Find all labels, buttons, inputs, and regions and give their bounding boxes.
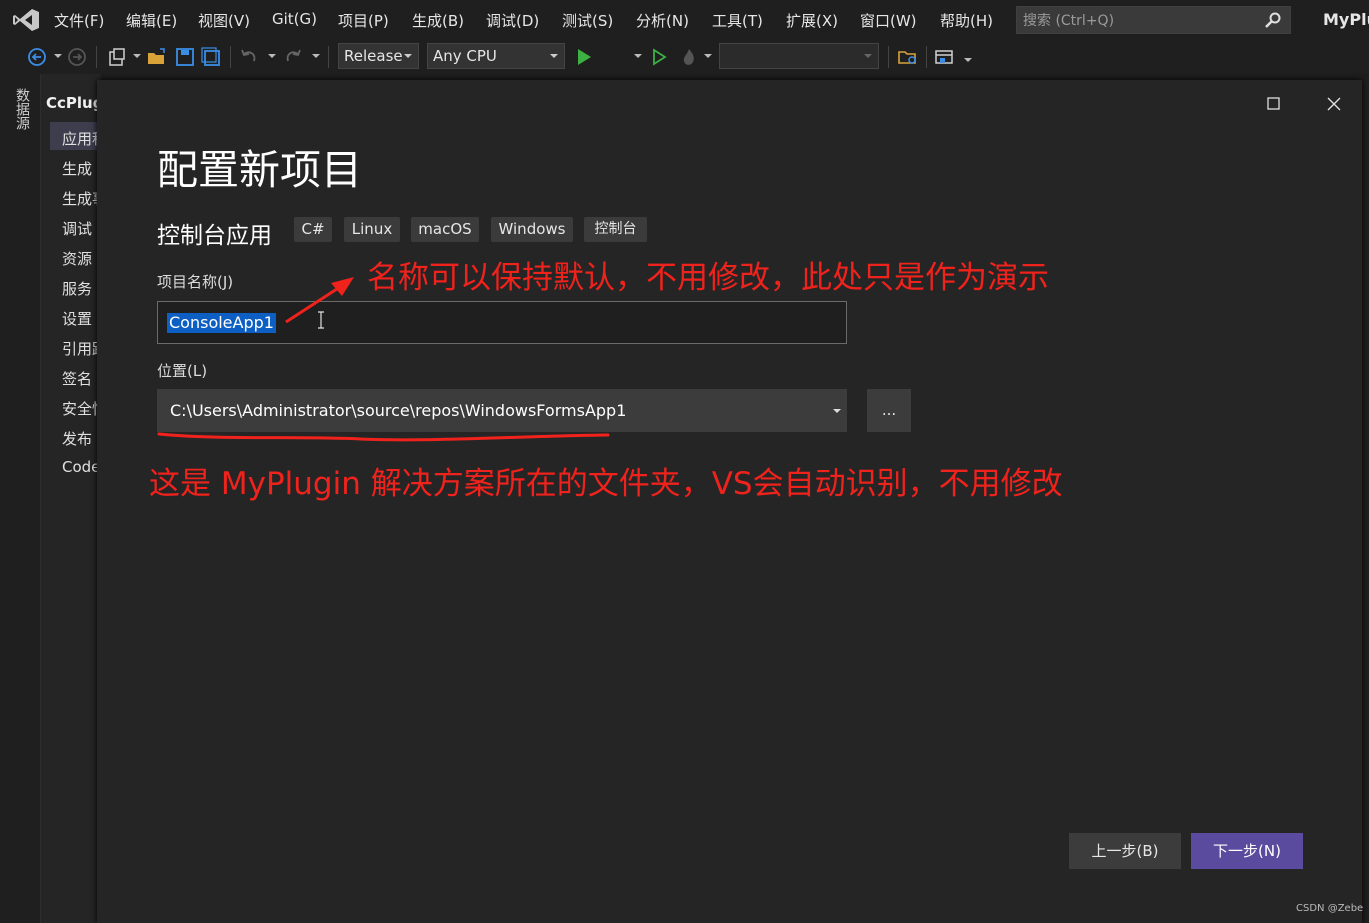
menu-view[interactable]: 视图(V) — [198, 10, 250, 31]
menu-test[interactable]: 测试(S) — [562, 10, 613, 31]
annotation-location-note: 这是 MyPlugin 解决方案所在的文件夹，VS会自动识别，不用修改 — [149, 466, 1063, 502]
annotation-name-note: 名称可以保持默认，不用修改，此处只是作为演示 — [367, 260, 1049, 296]
tag-windows: Windows — [491, 217, 573, 242]
watermark: CSDN @Zebe — [1296, 903, 1364, 914]
redo-icon[interactable] — [282, 46, 304, 68]
find-in-files-icon[interactable] — [897, 46, 919, 68]
start-dropdown-icon[interactable] — [634, 54, 642, 58]
menu-project[interactable]: 项目(P) — [338, 10, 389, 31]
toolbar-separator — [328, 46, 329, 68]
chevron-down-icon[interactable] — [833, 409, 841, 413]
configuration-select[interactable]: Release — [338, 43, 419, 69]
open-folder-icon[interactable] — [146, 46, 168, 68]
chevron-down-icon — [404, 54, 412, 58]
location-combobox[interactable]: C:\Users\Administrator\source\repos\Wind… — [157, 389, 847, 432]
back-icon[interactable] — [26, 46, 48, 68]
next-button[interactable]: 下一步(N) — [1191, 833, 1303, 869]
visual-studio-logo-icon — [13, 9, 39, 31]
template-name: 控制台应用 — [157, 223, 272, 249]
properties-item-resources[interactable]: 资源 — [62, 248, 92, 269]
right-tool-strip — [1362, 80, 1369, 923]
toolbar-separator — [96, 46, 97, 68]
undo-dropdown-icon[interactable] — [268, 54, 276, 58]
menu-bar: 文件(F) 编辑(E) 视图(V) Git(G) 项目(P) 生成(B) 调试(… — [0, 0, 1369, 40]
properties-item-code-analysis[interactable]: Code — [62, 458, 100, 476]
save-icon[interactable] — [174, 46, 196, 68]
left-tool-strip — [0, 74, 41, 923]
project-name-input[interactable]: ConsoleApp1 — [157, 301, 847, 344]
properties-item-build[interactable]: 生成 — [62, 158, 92, 179]
tag-console: 控制台 — [584, 217, 647, 242]
menu-git[interactable]: Git(G) — [272, 10, 317, 28]
start-icon[interactable] — [573, 46, 595, 68]
tag-csharp: C# — [294, 217, 332, 242]
close-icon[interactable] — [1324, 94, 1344, 114]
project-name-value: ConsoleApp1 — [167, 313, 276, 333]
location-value: C:\Users\Administrator\source\repos\Wind… — [170, 401, 627, 420]
platform-value: Any CPU — [433, 47, 497, 65]
browse-button[interactable]: ... — [867, 389, 911, 432]
toolbar-separator — [230, 46, 231, 68]
platform-select[interactable]: Any CPU — [427, 43, 565, 69]
data-sources-tab[interactable]: 数据源 — [10, 88, 32, 130]
tag-linux: Linux — [344, 217, 400, 242]
menu-file[interactable]: 文件(F) — [54, 10, 104, 31]
menu-build[interactable]: 生成(B) — [412, 10, 464, 31]
start-without-debug-icon[interactable] — [648, 46, 670, 68]
properties-item-publish[interactable]: 发布 — [62, 428, 92, 449]
properties-item-services[interactable]: 服务 — [62, 278, 92, 299]
new-dropdown-icon[interactable] — [133, 54, 141, 58]
menu-debug[interactable]: 调试(D) — [486, 10, 539, 31]
redo-dropdown-icon[interactable] — [312, 54, 320, 58]
chevron-down-icon — [550, 54, 558, 58]
menu-help[interactable]: 帮助(H) — [940, 10, 993, 31]
location-label: 位置(L) — [157, 362, 208, 380]
new-project-icon[interactable] — [106, 46, 128, 68]
hot-reload-icon[interactable] — [678, 46, 700, 68]
layout-icon[interactable] — [934, 46, 956, 68]
back-dropdown-icon[interactable] — [54, 54, 62, 58]
undo-icon[interactable] — [238, 46, 260, 68]
properties-item-signing[interactable]: 签名 — [62, 368, 92, 389]
solution-title: MyPlu — [1323, 10, 1369, 29]
page-title: 配置新项目 — [157, 146, 362, 194]
menu-analyze[interactable]: 分析(N) — [636, 10, 689, 31]
debug-target-select[interactable] — [719, 43, 879, 69]
search-icon[interactable] — [1264, 11, 1282, 29]
menu-extensions[interactable]: 扩展(X) — [786, 10, 838, 31]
forward-icon[interactable] — [66, 46, 88, 68]
overflow-dropdown-icon[interactable] — [964, 58, 972, 62]
properties-item-debug[interactable]: 调试 — [62, 218, 92, 239]
menu-window[interactable]: 窗口(W) — [860, 10, 917, 31]
search-input[interactable] — [1017, 7, 1265, 35]
tag-macos: macOS — [411, 217, 479, 242]
menu-tools[interactable]: 工具(T) — [712, 10, 763, 31]
configuration-value: Release — [344, 47, 403, 65]
search-box[interactable] — [1016, 6, 1291, 35]
toolbar-separator — [888, 46, 889, 68]
text-cursor-icon — [318, 311, 324, 329]
menu-edit[interactable]: 编辑(E) — [126, 10, 177, 31]
back-button[interactable]: 上一步(B) — [1069, 833, 1181, 869]
maximize-icon[interactable] — [1264, 94, 1284, 114]
chevron-down-icon — [864, 54, 872, 58]
properties-item-settings[interactable]: 设置 — [62, 308, 92, 329]
save-all-icon[interactable] — [200, 46, 222, 68]
toolbar-separator — [926, 46, 927, 68]
properties-tab-title[interactable]: CcPlug — [46, 94, 103, 112]
toolbar: Release Any CPU — [0, 40, 1369, 74]
hot-reload-dropdown-icon[interactable] — [704, 54, 712, 58]
project-name-label: 项目名称(J) — [157, 273, 234, 291]
